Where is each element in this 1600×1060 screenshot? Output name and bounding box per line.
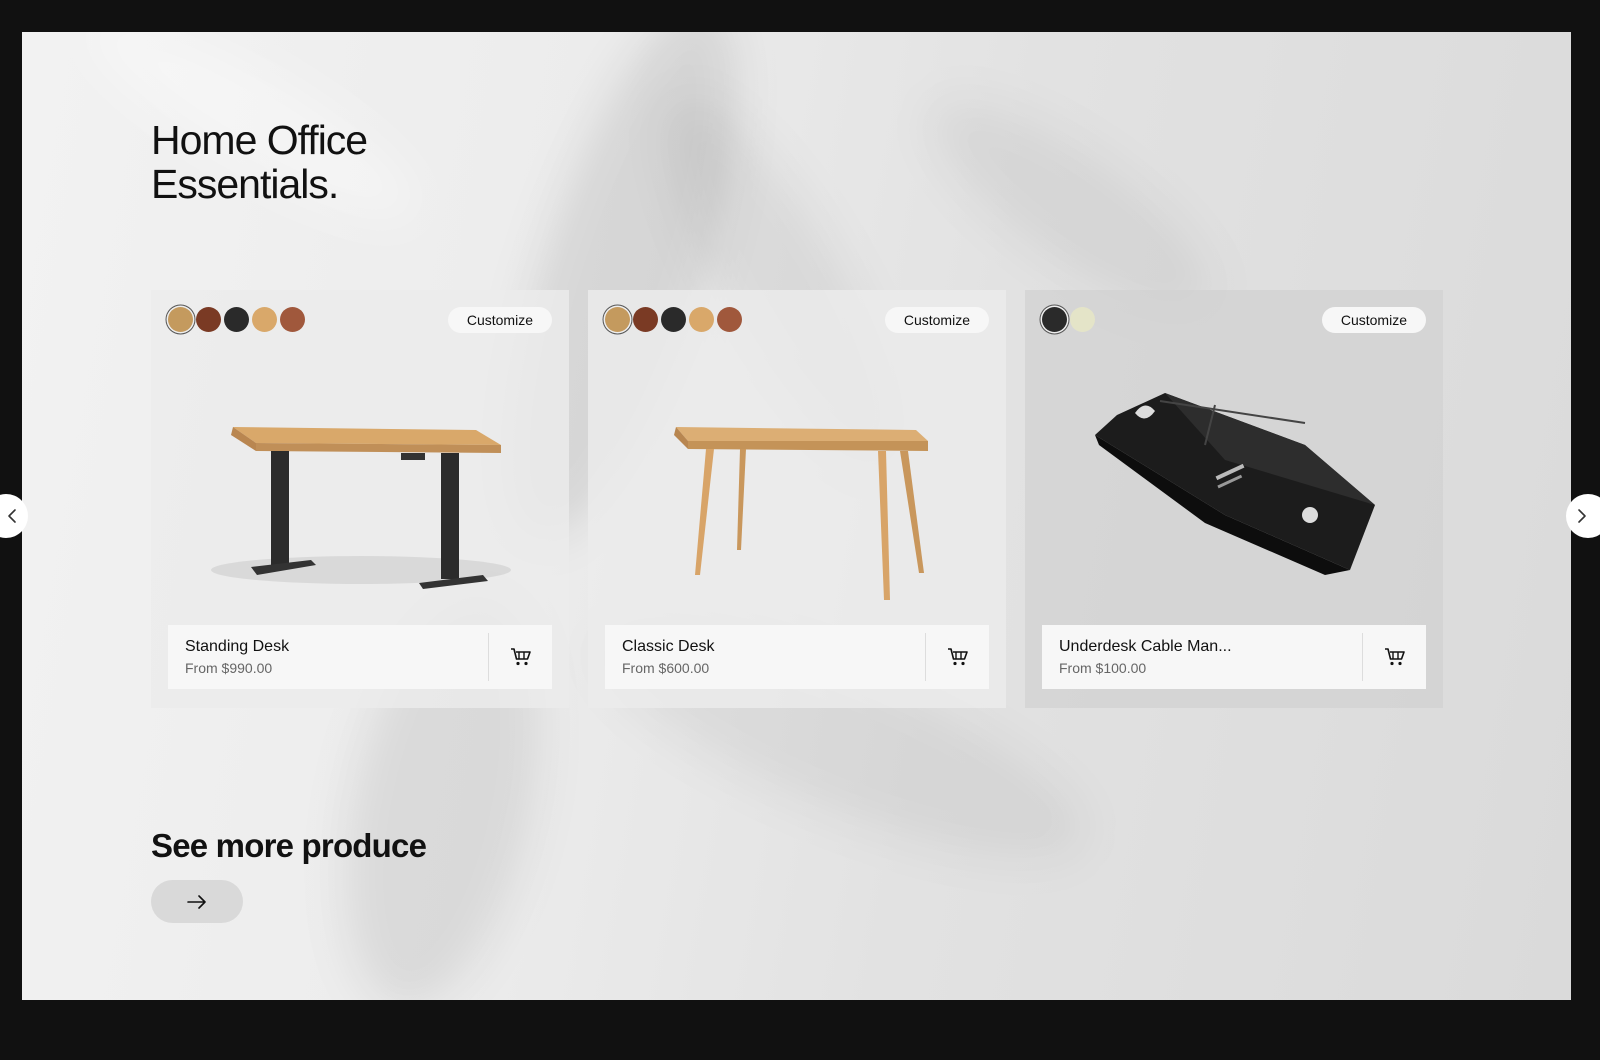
carousel-next-button[interactable] (1566, 494, 1600, 538)
add-to-cart-button[interactable] (488, 633, 552, 681)
arrow-right-icon (187, 894, 206, 909)
add-to-cart-button[interactable] (1362, 633, 1426, 681)
customize-button[interactable]: Customize (447, 307, 552, 333)
product-name[interactable]: Underdesk Cable Man... (1059, 637, 1345, 657)
cable-tray-image (1095, 393, 1375, 575)
product-card-cable-management[interactable]: Customize Underdesk Cable Man... From $1… (1025, 290, 1443, 708)
section-title-line2: Essentials. (151, 161, 339, 207)
swatch-walnut[interactable] (196, 307, 221, 332)
product-info-bar: Underdesk Cable Man... From $100.00 (1042, 625, 1426, 689)
product-info-bar: Classic Desk From $600.00 (605, 625, 989, 689)
swatch-walnut[interactable] (633, 307, 658, 332)
see-more-title: See more produce (151, 827, 427, 864)
product-price: From $100.00 (1059, 660, 1147, 676)
classic-desk-image (674, 427, 928, 600)
see-more-button[interactable] (151, 880, 243, 923)
product-card-standing-desk[interactable]: Customize Standing Desk From $990.00 (151, 290, 569, 708)
swatch-black[interactable] (1042, 307, 1067, 332)
chevron-right-icon (1578, 509, 1586, 523)
product-price: From $990.00 (185, 660, 273, 676)
content-frame: Home Office Essentials. Customize Standi… (22, 32, 1571, 1000)
color-swatches (1042, 307, 1095, 332)
swatch-black[interactable] (224, 307, 249, 332)
product-price: From $600.00 (622, 660, 710, 676)
chevron-left-icon (8, 509, 16, 523)
customize-button[interactable]: Customize (884, 307, 989, 333)
swatch-oak[interactable] (168, 307, 193, 332)
section-title-line1: Home Office (151, 117, 368, 163)
product-name[interactable]: Standing Desk (185, 637, 471, 657)
swatch-bamboo[interactable] (252, 307, 277, 332)
swatch-bamboo[interactable] (689, 307, 714, 332)
customize-button[interactable]: Customize (1321, 307, 1426, 333)
swatch-cherry[interactable] (280, 307, 305, 332)
swatch-oak[interactable] (605, 307, 630, 332)
cart-icon (510, 648, 531, 666)
color-swatches (168, 307, 305, 332)
standing-desk-image (211, 427, 511, 589)
product-name[interactable]: Classic Desk (622, 637, 908, 657)
cart-icon (1384, 648, 1405, 666)
swatch-cream[interactable] (1070, 307, 1095, 332)
swatch-cherry[interactable] (717, 307, 742, 332)
product-info-bar: Standing Desk From $990.00 (168, 625, 552, 689)
section-title: Home Office Essentials. (151, 118, 551, 206)
cart-icon (947, 648, 968, 666)
swatch-black[interactable] (661, 307, 686, 332)
add-to-cart-button[interactable] (925, 633, 989, 681)
color-swatches (605, 307, 742, 332)
product-card-classic-desk[interactable]: Customize Classic Desk From $600.00 (588, 290, 1006, 708)
